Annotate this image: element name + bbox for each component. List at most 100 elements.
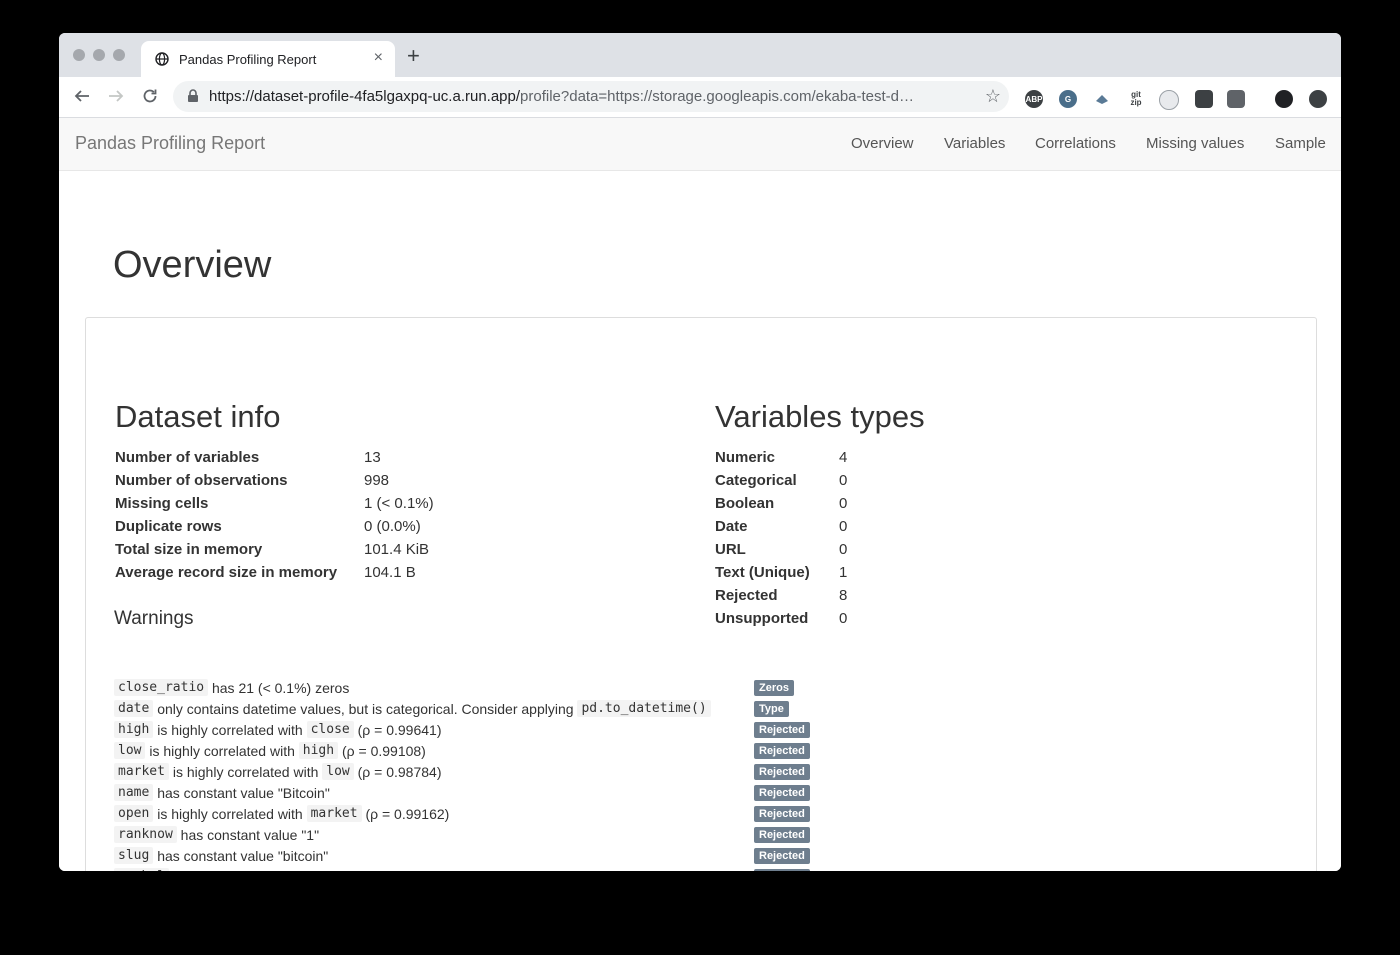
warning-text: has constant value "bitcoin" bbox=[153, 847, 329, 864]
warning-row: market is highly correlated with low (ρ … bbox=[114, 761, 442, 782]
warning-text: is highly correlated with bbox=[153, 721, 307, 738]
variable-type-value: 0 bbox=[839, 495, 848, 512]
warning-text: is highly correlated with bbox=[145, 742, 299, 759]
variable-type-value: 1 bbox=[839, 564, 848, 581]
warning-badge: Rejected bbox=[754, 785, 810, 801]
warning-variable-code: date bbox=[114, 700, 154, 717]
variable-type-label: Categorical bbox=[715, 472, 797, 489]
warning-text: is highly correlated with bbox=[168, 763, 323, 780]
grammarly-extension-icon[interactable]: G bbox=[1059, 90, 1077, 108]
screenshot-extension-icon[interactable] bbox=[1159, 90, 1179, 110]
dataset-info-value: 104.1 B bbox=[364, 564, 416, 581]
variable-type-value: 0 bbox=[839, 610, 848, 627]
warning-variable-code: high bbox=[298, 742, 339, 759]
close-tab-icon[interactable]: × bbox=[374, 49, 383, 67]
warning-text: has constant value "Bitcoin" bbox=[153, 784, 330, 801]
close-window-button[interactable] bbox=[73, 49, 85, 61]
nav-link-overview[interactable]: Overview bbox=[851, 135, 914, 152]
extension-menu-icon[interactable] bbox=[1309, 90, 1327, 108]
warning-text: (ρ = 0.99108) bbox=[338, 742, 426, 759]
gitzip-extension-icon[interactable]: git zip bbox=[1127, 90, 1145, 108]
nav-link-sample[interactable]: Sample bbox=[1275, 135, 1326, 152]
warning-row: open is highly correlated with market (ρ… bbox=[114, 803, 449, 824]
warning-variable-code: close_ratio bbox=[114, 679, 209, 696]
warning-row: symbol has constant value "BTC" bbox=[114, 866, 331, 871]
navbar-brand[interactable]: Pandas Profiling Report bbox=[75, 133, 265, 154]
dataset-info-label: Average record size in memory bbox=[115, 564, 338, 581]
dataset-info-label: Duplicate rows bbox=[115, 518, 222, 535]
warning-row: name has constant value "Bitcoin" bbox=[114, 782, 330, 803]
warning-variable-code: low bbox=[322, 763, 354, 780]
profile-avatar-icon[interactable] bbox=[1275, 90, 1293, 108]
variable-type-value: 8 bbox=[839, 587, 848, 604]
warning-text: has constant value "BTC" bbox=[169, 869, 332, 872]
variable-type-value: 0 bbox=[839, 518, 848, 535]
camera-extension-icon[interactable] bbox=[1227, 90, 1245, 108]
tab-strip: Pandas Profiling Report × + bbox=[59, 33, 1341, 77]
bookmark-star-icon[interactable]: ☆ bbox=[985, 86, 1001, 107]
warning-text: (ρ = 0.99641) bbox=[353, 721, 442, 738]
browser-tab[interactable]: Pandas Profiling Report × bbox=[141, 41, 395, 77]
warning-variable-code: symbol bbox=[114, 868, 169, 871]
minimize-window-button[interactable] bbox=[93, 49, 105, 61]
warning-variable-code: ranknow bbox=[114, 826, 177, 843]
warning-badge: Rejected bbox=[754, 764, 810, 780]
new-tab-button[interactable]: + bbox=[407, 43, 420, 69]
variable-type-value: 0 bbox=[839, 541, 848, 558]
forward-arrow-icon[interactable] bbox=[107, 87, 125, 105]
warning-variable-code: name bbox=[114, 784, 154, 801]
warning-variable-code: slug bbox=[114, 847, 154, 864]
warning-variable-code: close bbox=[306, 721, 354, 738]
nav-link-correlations[interactable]: Correlations bbox=[1035, 135, 1116, 152]
warning-variable-code: pd.to_datetime() bbox=[577, 700, 711, 717]
warnings-heading: Warnings bbox=[114, 608, 194, 629]
warning-badge: Rejected bbox=[754, 743, 810, 759]
page-title: Overview bbox=[113, 244, 272, 286]
variable-type-label: Numeric bbox=[715, 449, 776, 466]
dataset-info-label: Number of variables bbox=[115, 449, 260, 466]
variable-type-value: 4 bbox=[839, 449, 848, 466]
nav-link-missing-values[interactable]: Missing values bbox=[1146, 135, 1244, 152]
dataset-info-value: 101.4 KiB bbox=[364, 541, 430, 558]
variable-type-label: URL bbox=[715, 541, 746, 558]
dataset-info-value: 1 (< 0.1%) bbox=[364, 495, 434, 512]
dataset-info-value: 13 bbox=[364, 449, 381, 466]
maximize-window-button[interactable] bbox=[113, 49, 125, 61]
address-bar[interactable]: https://dataset-profile-4fa5lgaxpq-uc.a.… bbox=[173, 81, 1009, 112]
warning-text: has 21 (< 0.1%) zeros bbox=[208, 679, 350, 696]
warning-badge: Rejected bbox=[754, 722, 810, 738]
warning-row: high is highly correlated with close (ρ … bbox=[114, 719, 442, 740]
variable-type-label: Boolean bbox=[715, 495, 775, 512]
page-content: Pandas Profiling Report Overview Variabl… bbox=[59, 118, 1341, 871]
lock-icon bbox=[188, 89, 198, 102]
variable-type-label: Rejected bbox=[715, 587, 778, 604]
variable-type-label: Unsupported bbox=[715, 610, 809, 627]
nav-link-variables[interactable]: Variables bbox=[944, 135, 1005, 152]
cloud-extension-icon[interactable] bbox=[1093, 90, 1111, 108]
reload-icon[interactable] bbox=[141, 87, 159, 105]
warning-row: close_ratio has 21 (< 0.1%) zeros bbox=[114, 677, 349, 698]
warning-badge: Rejected bbox=[754, 806, 810, 822]
tools-extension-icon[interactable] bbox=[1195, 90, 1213, 108]
warning-row: slug has constant value "bitcoin" bbox=[114, 845, 328, 866]
dataset-info-label: Number of observations bbox=[115, 472, 288, 489]
back-arrow-icon[interactable] bbox=[73, 87, 91, 105]
warning-badge: Rejected bbox=[754, 869, 810, 871]
dataset-info-value: 998 bbox=[364, 472, 390, 489]
warning-badge: Zeros bbox=[754, 680, 794, 696]
warning-variable-code: open bbox=[114, 805, 154, 822]
dataset-info-label: Missing cells bbox=[115, 495, 209, 512]
variable-type-value: 0 bbox=[839, 472, 848, 489]
report-navbar: Pandas Profiling Report Overview Variabl… bbox=[59, 118, 1341, 171]
browser-toolbar: https://dataset-profile-4fa5lgaxpq-uc.a.… bbox=[59, 77, 1341, 118]
globe-icon bbox=[155, 52, 169, 66]
warning-variable-code: market bbox=[114, 763, 169, 780]
tab-title: Pandas Profiling Report bbox=[179, 52, 317, 67]
warning-row: ranknow has constant value "1" bbox=[114, 824, 319, 845]
warning-row: low is highly correlated with high (ρ = … bbox=[114, 740, 426, 761]
adblock-extension-icon[interactable]: ABP bbox=[1025, 90, 1043, 108]
variable-type-label: Text (Unique) bbox=[715, 564, 810, 581]
warning-variable-code: market bbox=[306, 805, 362, 822]
warning-badge: Rejected bbox=[754, 827, 810, 843]
warning-badge: Type bbox=[754, 701, 789, 717]
